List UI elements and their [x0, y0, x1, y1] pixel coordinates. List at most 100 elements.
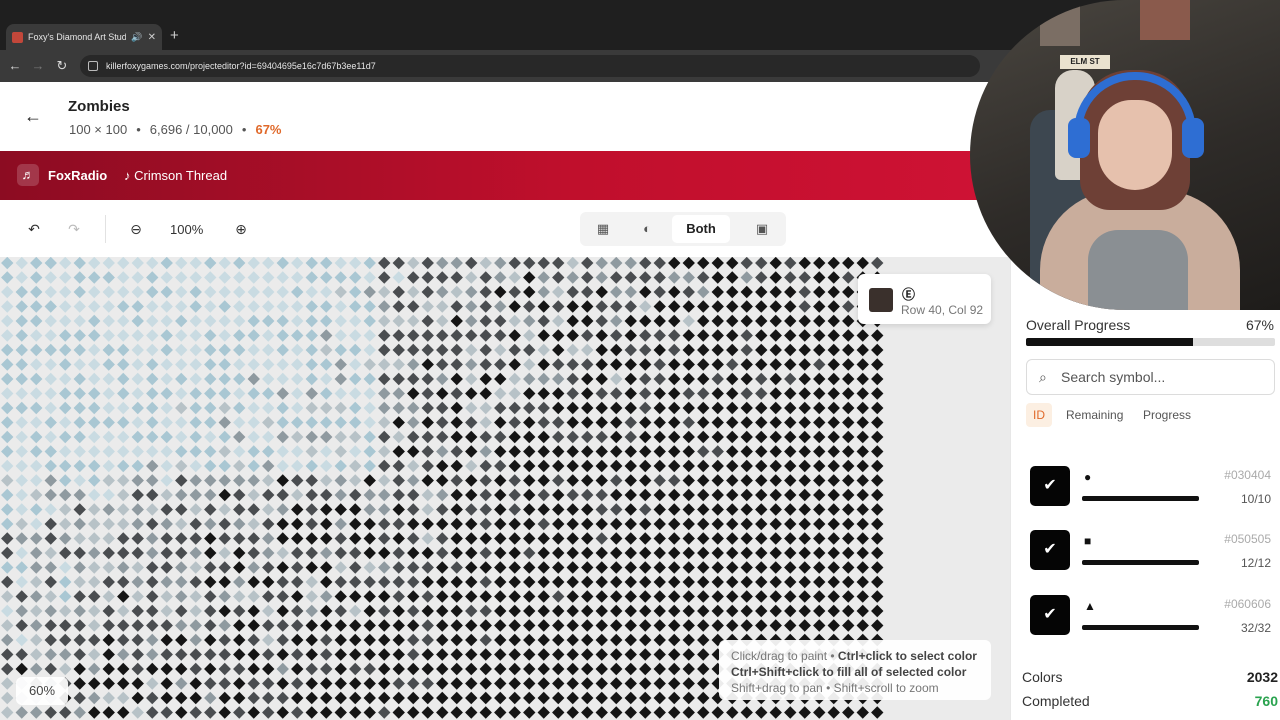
diamond-cell[interactable] — [450, 257, 463, 270]
diamond-cell[interactable] — [363, 257, 376, 270]
diamond-cell[interactable] — [218, 343, 231, 357]
diamond-cell[interactable] — [668, 691, 681, 705]
diamond-cell[interactable] — [740, 532, 753, 545]
diamond-cell[interactable] — [494, 561, 507, 574]
diamond-cell[interactable] — [581, 561, 594, 574]
diamond-cell[interactable] — [523, 633, 536, 647]
diamond-cell[interactable] — [204, 314, 217, 328]
diamond-cell[interactable] — [494, 257, 507, 270]
diamond-cell[interactable] — [146, 343, 159, 357]
diamond-cell[interactable] — [769, 430, 782, 444]
diamond-cell[interactable] — [334, 329, 347, 342]
diamond-cell[interactable] — [262, 488, 275, 502]
diamond-cell[interactable] — [682, 575, 695, 589]
diamond-cell[interactable] — [465, 662, 478, 676]
diamond-cell[interactable] — [508, 619, 521, 632]
diamond-cell[interactable] — [320, 300, 333, 313]
diamond-cell[interactable] — [175, 648, 188, 661]
diamond-cell[interactable] — [189, 387, 202, 400]
diamond-cell[interactable] — [102, 459, 115, 473]
diamond-cell[interactable] — [740, 300, 753, 313]
diamond-cell[interactable] — [653, 546, 666, 560]
diamond-cell[interactable] — [73, 706, 86, 719]
diamond-cell[interactable] — [784, 604, 797, 618]
diamond-cell[interactable] — [320, 387, 333, 400]
diamond-cell[interactable] — [755, 706, 768, 719]
diamond-cell[interactable] — [494, 532, 507, 545]
diamond-cell[interactable] — [653, 430, 666, 444]
diamond-cell[interactable] — [755, 488, 768, 502]
diamond-cell[interactable] — [131, 416, 144, 429]
diamond-cell[interactable] — [73, 416, 86, 429]
diamond-cell[interactable] — [175, 285, 188, 299]
diamond-cell[interactable] — [392, 590, 405, 603]
diamond-cell[interactable] — [218, 416, 231, 429]
diamond-cell[interactable] — [479, 503, 492, 516]
diamond-cell[interactable] — [88, 285, 101, 299]
diamond-cell[interactable] — [566, 358, 579, 371]
diamond-cell[interactable] — [59, 300, 72, 313]
diamond-cell[interactable] — [479, 633, 492, 647]
diamond-cell[interactable] — [102, 590, 115, 603]
diamond-cell[interactable] — [595, 619, 608, 632]
diamond-cell[interactable] — [726, 271, 739, 284]
diamond-cell[interactable] — [581, 633, 594, 647]
diamond-cell[interactable] — [1, 343, 14, 357]
diamond-cell[interactable] — [610, 300, 623, 313]
zoom-out-button[interactable]: ⊖ — [126, 219, 146, 239]
both-view-button[interactable]: Both — [672, 215, 730, 243]
diamond-cell[interactable] — [117, 430, 130, 444]
diamond-cell[interactable] — [117, 590, 130, 603]
diamond-cell[interactable] — [871, 372, 884, 386]
diamond-cell[interactable] — [755, 372, 768, 386]
diamond-cell[interactable] — [552, 314, 565, 328]
diamond-cell[interactable] — [175, 561, 188, 574]
diamond-cell[interactable] — [15, 648, 28, 661]
diamond-cell[interactable] — [218, 459, 231, 473]
diamond-cell[interactable] — [15, 257, 28, 270]
diamond-cell[interactable] — [73, 503, 86, 516]
diamond-cell[interactable] — [813, 372, 826, 386]
diamond-cell[interactable] — [668, 662, 681, 676]
diamond-cell[interactable] — [59, 488, 72, 502]
diamond-cell[interactable] — [175, 474, 188, 487]
diamond-cell[interactable] — [407, 691, 420, 705]
diamond-cell[interactable] — [566, 488, 579, 502]
diamond-cell[interactable] — [363, 387, 376, 400]
diamond-cell[interactable] — [711, 401, 724, 415]
diamond-cell[interactable] — [682, 619, 695, 632]
diamond-cell[interactable] — [465, 488, 478, 502]
diamond-cell[interactable] — [117, 503, 130, 516]
diamond-cell[interactable] — [668, 503, 681, 516]
diamond-cell[interactable] — [697, 488, 710, 502]
diamond-cell[interactable] — [798, 575, 811, 589]
reload-icon[interactable]: ↻ — [53, 57, 71, 75]
diamond-cell[interactable] — [73, 677, 86, 690]
diamond-cell[interactable] — [798, 706, 811, 719]
diamond-cell[interactable] — [421, 445, 434, 458]
diamond-cell[interactable] — [842, 604, 855, 618]
diamond-cell[interactable] — [813, 416, 826, 429]
diamond-cell[interactable] — [421, 706, 434, 719]
diamond-cell[interactable] — [349, 459, 362, 473]
diamond-cell[interactable] — [726, 517, 739, 531]
diamond-cell[interactable] — [146, 257, 159, 270]
diamond-cell[interactable] — [189, 300, 202, 313]
diamond-cell[interactable] — [102, 300, 115, 313]
diamond-cell[interactable] — [146, 474, 159, 487]
diamond-cell[interactable] — [755, 445, 768, 458]
diamond-cell[interactable] — [160, 300, 173, 313]
diamond-cell[interactable] — [450, 662, 463, 676]
diamond-cell[interactable] — [131, 590, 144, 603]
diamond-cell[interactable] — [392, 662, 405, 676]
diamond-cell[interactable] — [334, 604, 347, 618]
diamond-cell[interactable] — [581, 590, 594, 603]
diamond-cell[interactable] — [595, 285, 608, 299]
diamond-cell[interactable] — [392, 358, 405, 371]
diamond-cell[interactable] — [88, 300, 101, 313]
diamond-cell[interactable] — [566, 532, 579, 545]
diamond-cell[interactable] — [697, 677, 710, 690]
diamond-cell[interactable] — [581, 387, 594, 400]
diamond-cell[interactable] — [668, 430, 681, 444]
diamond-cell[interactable] — [334, 532, 347, 545]
